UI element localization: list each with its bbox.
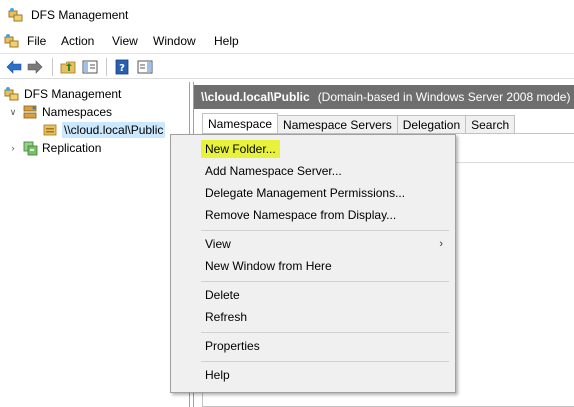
toolbar: ?	[0, 53, 574, 79]
show-hide-action-pane-icon	[137, 60, 153, 74]
menu-item-view[interactable]: View ›	[173, 233, 453, 255]
dfs-management-icon	[8, 8, 23, 22]
tree-item-label: DFS Management	[24, 87, 122, 101]
menu-item-label: Help	[205, 368, 230, 382]
tree-item-label: Namespaces	[42, 105, 113, 119]
menu-window[interactable]: Window	[153, 34, 196, 48]
menu-item-label: Delegate Management Permissions...	[205, 186, 406, 200]
tree-item-namespaces[interactable]: ∨ Namespaces	[8, 103, 112, 121]
details-header: \\cloud.local\Public (Domain-based in Wi…	[194, 85, 574, 109]
menu-item-delegate-management-permissions[interactable]: Delegate Management Permissions...	[173, 182, 453, 204]
menu-item-refresh[interactable]: Refresh	[173, 306, 453, 328]
replication-icon	[23, 141, 38, 156]
back-icon	[6, 60, 22, 74]
tree-item-label: Replication	[42, 141, 102, 155]
context-menu: New Folder... Add Namespace Server... De…	[170, 134, 456, 393]
menu-separator	[201, 281, 449, 282]
expanded-chevron-icon[interactable]: ∨	[8, 107, 18, 117]
show-hide-action-pane-button[interactable]	[136, 58, 154, 76]
up-folder-button[interactable]	[59, 58, 77, 76]
tab-namespace[interactable]: Namespace	[202, 113, 279, 134]
window-title: DFS Management	[31, 8, 129, 22]
toolbar-separator	[52, 58, 53, 76]
menu-item-delete[interactable]: Delete	[173, 284, 453, 306]
svg-text:?: ?	[119, 63, 125, 74]
menu-item-new-folder[interactable]: New Folder...	[173, 138, 453, 160]
submenu-arrow-icon: ›	[439, 238, 443, 250]
tab-strip: Namespace Namespace Servers Delegation S…	[202, 113, 516, 134]
menu-item-label: Properties	[205, 339, 260, 353]
menu-separator	[201, 332, 449, 333]
menu-action[interactable]: Action	[61, 34, 94, 48]
dfs-management-icon	[4, 87, 19, 101]
namespace-type: (Domain-based in Windows Server 2008 mod…	[317, 90, 571, 104]
menu-item-new-window-from-here[interactable]: New Window from Here	[173, 255, 453, 277]
menu-item-remove-namespace-from-display[interactable]: Remove Namespace from Display...	[173, 204, 453, 226]
title-bar: DFS Management	[0, 0, 574, 30]
menu-item-add-namespace-server[interactable]: Add Namespace Server...	[173, 160, 453, 182]
menu-item-label: Remove Namespace from Display...	[205, 208, 397, 222]
console-tree: DFS Management ∨ Namespaces \\cloud.loca…	[0, 82, 190, 407]
show-hide-tree-button[interactable]	[81, 58, 99, 76]
tree-item-namespace-public[interactable]: \\cloud.local\Public	[42, 121, 166, 139]
menu-item-label: Add Namespace Server...	[205, 164, 342, 178]
forward-icon	[27, 60, 43, 74]
menu-item-label: View	[205, 237, 231, 251]
menu-item-label: New Folder...	[201, 140, 280, 158]
tab-search[interactable]: Search	[466, 115, 516, 134]
menu-item-label: Refresh	[205, 310, 248, 324]
namespace-path: \\cloud.local\Public	[201, 90, 310, 104]
menu-view[interactable]: View	[112, 34, 138, 48]
tree-item-replication[interactable]: › Replication	[8, 139, 101, 157]
menu-separator	[201, 230, 449, 231]
namespaces-icon	[23, 105, 37, 119]
collapsed-chevron-icon[interactable]: ›	[8, 143, 18, 153]
namespace-icon	[43, 124, 57, 136]
toolbar-separator	[106, 58, 107, 76]
menu-help[interactable]: Help	[214, 34, 239, 48]
menu-item-help[interactable]: Help	[173, 364, 453, 386]
tree-item-label: \\cloud.local\Public	[62, 122, 166, 138]
menu-file[interactable]: File	[27, 34, 46, 48]
menu-item-label: Delete	[205, 288, 240, 302]
back-button[interactable]	[5, 58, 23, 76]
tab-delegation[interactable]: Delegation	[397, 115, 467, 134]
system-menu-icon[interactable]	[4, 33, 20, 49]
help-button[interactable]: ?	[113, 58, 131, 76]
menu-item-label: New Window from Here	[205, 259, 332, 273]
show-hide-tree-icon	[82, 60, 98, 74]
forward-button[interactable]	[26, 58, 44, 76]
menu-separator	[201, 361, 449, 362]
menu-item-properties[interactable]: Properties	[173, 335, 453, 357]
menu-bar: File Action View Window Help	[0, 30, 574, 52]
tab-namespace-servers[interactable]: Namespace Servers	[278, 115, 398, 134]
help-icon: ?	[115, 59, 129, 75]
tree-item-dfs-management[interactable]: DFS Management	[4, 85, 121, 103]
up-folder-icon	[60, 61, 76, 74]
